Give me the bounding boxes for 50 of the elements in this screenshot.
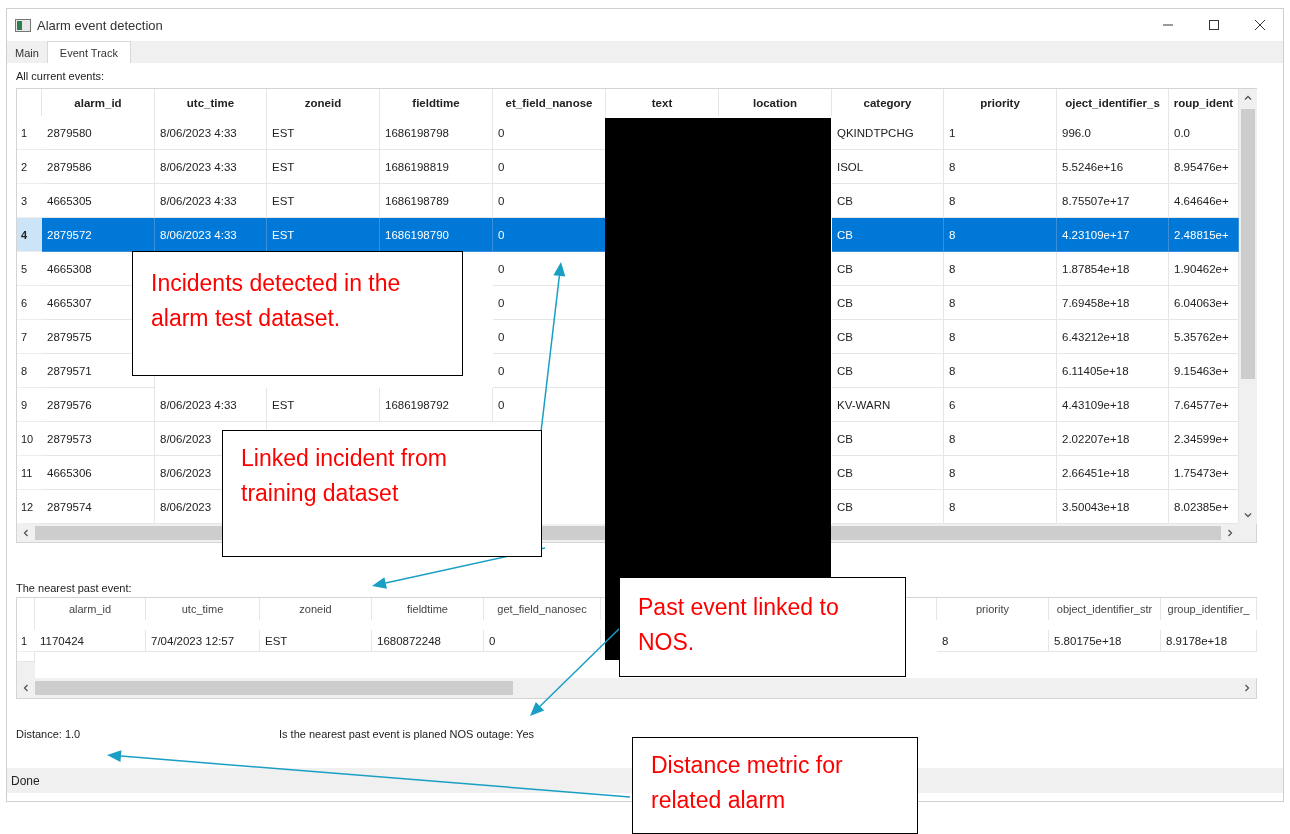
callout: Linked incident from training dataset <box>222 430 542 557</box>
callout: Distance metric for related alarm <box>632 737 918 834</box>
table-cell: 8 <box>937 630 1049 652</box>
outage-label: Is the nearest past event is planed NOS outage: Yes <box>279 728 534 740</box>
column-header[interactable]: object_identifier_str <box>1049 598 1161 620</box>
column-header[interactable]: zoneid <box>260 598 372 620</box>
table-cell: 8.9178e+18 <box>1161 630 1257 652</box>
column-header[interactable]: fieldtime <box>372 598 484 620</box>
chevron-down-icon <box>1244 511 1252 519</box>
table-cell: 4.23109e+17 <box>1057 218 1169 252</box>
column-header[interactable]: priority <box>937 598 1049 620</box>
column-header[interactable]: group_identifier_ <box>1161 598 1257 620</box>
row-header[interactable]: 4 <box>17 218 42 252</box>
table-cell: 2879572 <box>42 218 155 252</box>
chevron-left-icon <box>22 529 30 537</box>
table-cell: 0 <box>484 630 601 652</box>
callout: Incidents detected in the alarm test dataset. <box>132 251 463 376</box>
app-icon <box>15 18 31 32</box>
distance-label: Distance: 1.0 <box>16 728 82 740</box>
vertical-scrollbar[interactable] <box>1239 89 1257 524</box>
maximize-icon <box>1208 19 1220 31</box>
section-label: All current events: <box>16 68 106 84</box>
scrollbar-thumb[interactable] <box>1241 109 1255 379</box>
tab[interactable]: Event Track <box>46 41 131 63</box>
table-cell: 1170424 <box>35 630 146 652</box>
table-cell: 1686198790 <box>380 218 493 252</box>
chevron-right-icon <box>1243 684 1251 692</box>
table-cell: EST <box>267 218 380 252</box>
horizontal-scrollbar[interactable] <box>17 678 1256 698</box>
column-header[interactable]: alarm_id <box>35 598 146 620</box>
column-header[interactable]: get_field_nanosec <box>484 598 601 620</box>
chevron-up-icon <box>1244 94 1252 102</box>
table-cell: 8/06/2023 4:33 <box>155 218 267 252</box>
table-cell: 7/04/2023 12:57 <box>146 630 260 652</box>
tab[interactable]: Main <box>7 43 47 63</box>
scrollbar-thumb[interactable] <box>35 681 513 695</box>
table-cell: 5.80175e+18 <box>1049 630 1161 652</box>
window-title: Alarm event detection <box>37 17 164 33</box>
chevron-right-icon <box>1226 529 1234 537</box>
table-cell: 1680872248 <box>372 630 484 652</box>
close-icon <box>1254 19 1266 31</box>
table-cell: CB <box>832 218 944 252</box>
callout: Past event linked to NOS. <box>619 577 906 677</box>
section-label: The nearest past event: <box>16 581 133 596</box>
chevron-left-icon <box>22 684 30 692</box>
table-cell: 2.48815e+ <box>1169 218 1239 252</box>
column-header[interactable]: utc_time <box>146 598 260 620</box>
table-cell: 0 <box>493 218 606 252</box>
table-cell: 8 <box>944 218 1057 252</box>
table-cell: EST <box>260 630 372 652</box>
